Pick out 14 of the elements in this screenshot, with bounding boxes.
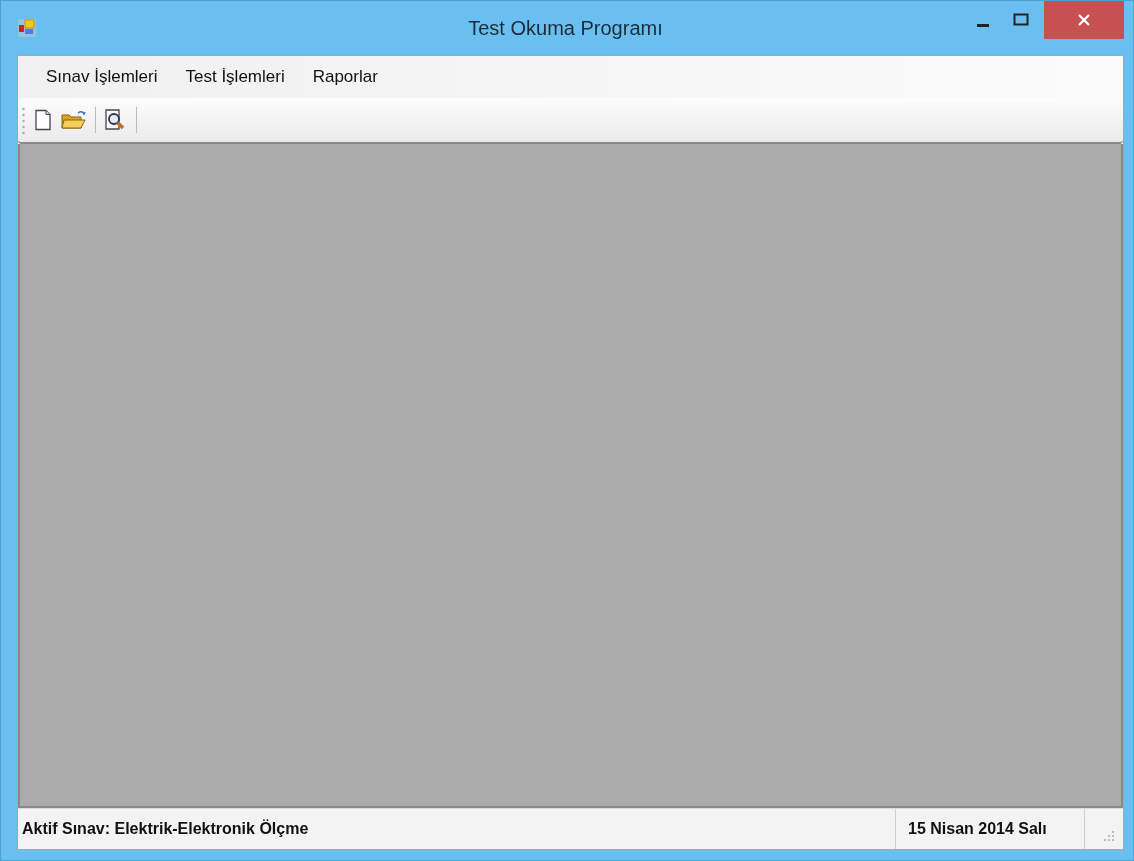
menu-item[interactable]: Test İşlemleri bbox=[173, 63, 297, 91]
close-icon bbox=[1077, 13, 1091, 27]
new-document-button[interactable] bbox=[33, 109, 53, 131]
minimize-icon bbox=[977, 23, 989, 27]
app-icon bbox=[17, 18, 37, 38]
maximize-icon bbox=[1013, 13, 1029, 27]
status-exam-text: Aktif Sınav: Elektrik-Elektronik Ölçme bbox=[21, 820, 310, 838]
open-folder-button[interactable] bbox=[61, 109, 87, 131]
status-date-text: 15 Nisan 2014 Salı bbox=[895, 809, 1085, 849]
window-title: Test Okuma Programı bbox=[467, 16, 664, 40]
grip-icon bbox=[22, 106, 25, 134]
menu-item[interactable]: Raporlar bbox=[300, 63, 390, 91]
resize-grip-icon bbox=[1103, 830, 1115, 842]
menu-item[interactable]: Sınav İşlemleri bbox=[34, 63, 170, 91]
